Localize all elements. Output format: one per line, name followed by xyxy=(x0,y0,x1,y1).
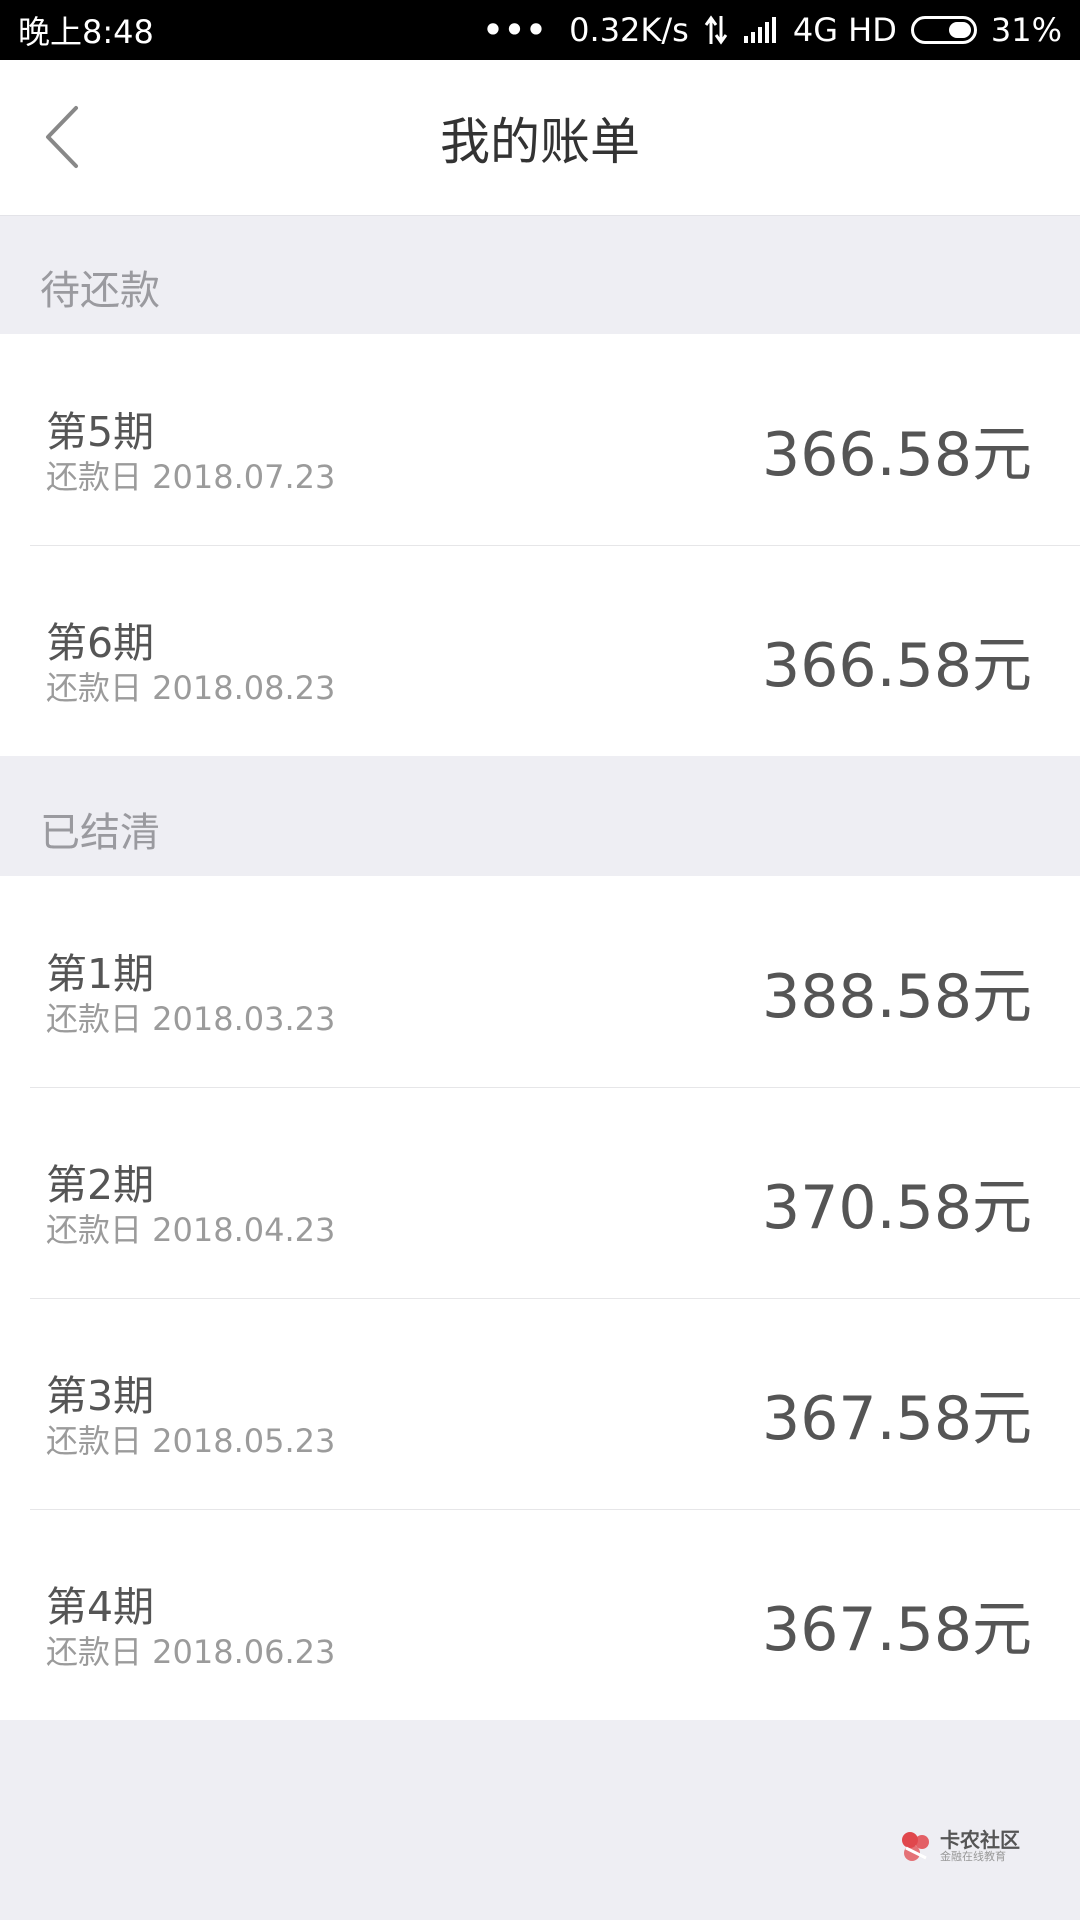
data-transfer-icon xyxy=(703,14,729,46)
status-bar: 晚上8:48 ••• 0.32K/s 4G HD 31% xyxy=(0,0,1080,60)
bill-amount: 366.58元 xyxy=(762,631,1032,701)
bill-row[interactable]: 第2期 还款日 2018.04.23 370.58元 xyxy=(0,1087,1080,1298)
battery-icon xyxy=(910,16,977,44)
settled-bill-list: 第1期 还款日 2018.03.23 388.58元 第2期 还款日 2018.… xyxy=(0,876,1080,1720)
status-time: 晚上8:48 xyxy=(18,13,154,51)
app-header: 我的账单 xyxy=(0,60,1080,216)
section-header-settled: 已结清 xyxy=(40,810,160,856)
page-title: 我的账单 xyxy=(440,112,640,171)
watermark-tagline: 金融在线教育 xyxy=(940,1849,1006,1863)
bill-period: 第3期 xyxy=(46,1372,155,1420)
battery-percent: 31% xyxy=(990,11,1062,49)
bill-amount: 370.58元 xyxy=(762,1173,1032,1243)
watermark: 卡农社区 金融在线教育 xyxy=(898,1828,1020,1864)
bill-due-date: 还款日 2018.04.23 xyxy=(46,1211,336,1249)
back-button[interactable] xyxy=(40,102,90,172)
bill-amount: 367.58元 xyxy=(762,1384,1032,1454)
bill-due-date: 还款日 2018.03.23 xyxy=(46,1000,336,1038)
signal-strength-icon xyxy=(743,16,779,44)
status-right: ••• 0.32K/s 4G HD 31% xyxy=(483,11,1062,49)
bill-due-date: 还款日 2018.05.23 xyxy=(46,1422,336,1460)
bill-row[interactable]: 第6期 还款日 2018.08.23 366.58元 xyxy=(0,545,1080,756)
pending-bill-list: 第5期 还款日 2018.07.23 366.58元 第6期 还款日 2018.… xyxy=(0,334,1080,756)
network-speed: 0.32K/s xyxy=(569,11,689,49)
bill-row[interactable]: 第4期 还款日 2018.06.23 367.58元 xyxy=(0,1509,1080,1720)
bill-period: 第5期 xyxy=(46,408,155,456)
kanong-logo-icon xyxy=(902,1832,929,1861)
bill-row[interactable]: 第1期 还款日 2018.03.23 388.58元 xyxy=(0,876,1080,1087)
bill-amount: 388.58元 xyxy=(762,962,1032,1032)
bill-due-date: 还款日 2018.07.23 xyxy=(46,458,336,496)
chevron-left-icon xyxy=(46,106,78,168)
bill-period: 第6期 xyxy=(46,619,155,667)
more-notifications-icon: ••• xyxy=(482,11,548,49)
bill-row[interactable]: 第3期 还款日 2018.05.23 367.58元 xyxy=(0,1298,1080,1509)
bill-due-date: 还款日 2018.06.23 xyxy=(46,1633,336,1671)
bill-amount: 367.58元 xyxy=(762,1595,1032,1665)
bill-row[interactable]: 第5期 还款日 2018.07.23 366.58元 xyxy=(0,334,1080,545)
bill-period: 第2期 xyxy=(46,1161,155,1209)
section-header-pending: 待还款 xyxy=(40,268,160,314)
bill-period: 第4期 xyxy=(46,1583,155,1631)
bill-period: 第1期 xyxy=(46,950,155,998)
bill-amount: 366.58元 xyxy=(762,420,1032,490)
watermark-name: 卡农社区 xyxy=(940,1827,1020,1852)
bill-due-date: 还款日 2018.08.23 xyxy=(46,669,336,707)
network-type: 4G HD xyxy=(792,11,897,49)
